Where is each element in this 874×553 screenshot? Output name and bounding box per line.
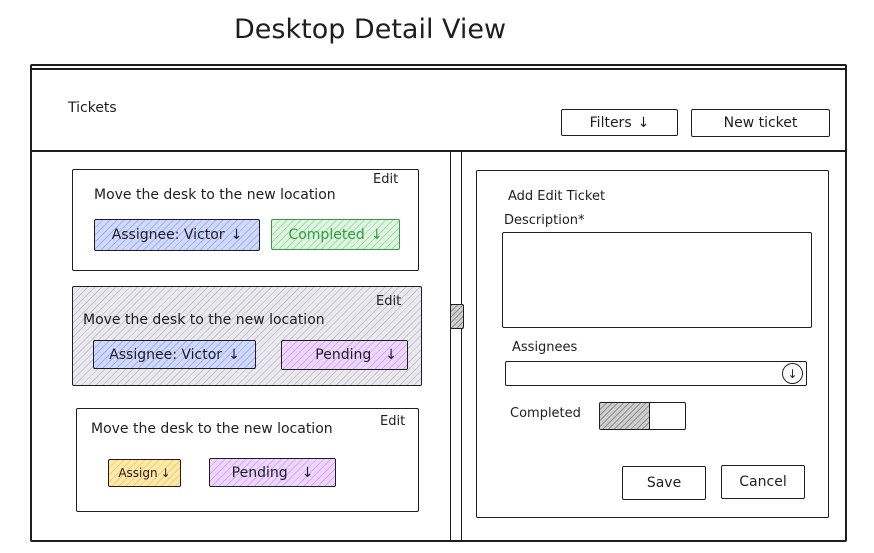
cancel-label: Cancel (739, 474, 787, 490)
new-ticket-label: New ticket (723, 115, 798, 131)
description-textarea[interactable] (502, 232, 812, 328)
arrow-down-icon: ↓ (301, 464, 314, 481)
status-label: Pending (315, 347, 372, 363)
arrow-down-icon: ↓ (228, 346, 240, 363)
ticket-description: Move the desk to the new location (94, 187, 336, 203)
assignee-label: Assignee: Victor (109, 346, 223, 363)
ticket-form-panel: Add Edit Ticket Description* Assignees ↓… (476, 170, 829, 518)
arrow-down-icon: ↓ (637, 114, 650, 131)
ticket-card[interactable]: Move the desk to the new location Edit A… (76, 408, 419, 512)
edit-link[interactable]: Edit (376, 294, 401, 309)
completed-label: Completed (510, 406, 581, 421)
assign-label: Assign (118, 466, 158, 480)
assignee-dropdown[interactable]: Assignee: Victor ↓ (94, 219, 260, 251)
completed-toggle[interactable] (599, 402, 686, 430)
status-label: Completed (288, 226, 365, 243)
status-dropdown[interactable]: Completed ↓ (271, 219, 400, 250)
edit-link[interactable]: Edit (380, 414, 405, 429)
ticket-description: Move the desk to the new location (91, 421, 333, 437)
arrow-down-icon: ↓ (230, 227, 243, 243)
circle-arrow-down-icon[interactable]: ↓ (782, 363, 803, 384)
save-button[interactable]: Save (622, 466, 706, 500)
save-label: Save (646, 475, 682, 491)
assignee-label: Assignee: Victor (111, 227, 225, 243)
filters-label: Filters (589, 114, 632, 131)
filters-button[interactable]: Filters ↓ (561, 109, 678, 136)
toggle-knob (600, 403, 650, 429)
arrow-down-icon: ↓ (370, 226, 383, 243)
edit-link[interactable]: Edit (373, 172, 398, 187)
status-label: Pending (231, 464, 288, 481)
assignees-label: Assignees (512, 340, 578, 355)
cancel-button[interactable]: Cancel (721, 465, 805, 499)
panel-splitter[interactable] (450, 150, 462, 542)
new-ticket-button[interactable]: New ticket (691, 109, 830, 137)
header-title: Tickets (68, 100, 117, 116)
page-title: Desktop Detail View (234, 14, 507, 45)
ticket-description: Move the desk to the new location (83, 312, 325, 328)
description-label: Description* (504, 213, 585, 228)
assignee-dropdown[interactable]: Assignee: Victor ↓ (93, 340, 256, 369)
form-title: Add Edit Ticket (508, 189, 606, 204)
arrow-down-icon: ↓ (385, 347, 397, 363)
ticket-card-selected[interactable]: Move the desk to the new location Edit A… (72, 286, 422, 386)
splitter-handle[interactable] (450, 304, 464, 329)
ticket-card[interactable]: Move the desk to the new location Edit A… (72, 169, 419, 271)
arrow-down-icon: ↓ (160, 466, 171, 480)
status-dropdown[interactable]: Pending ↓ (209, 458, 336, 487)
status-dropdown[interactable]: Pending ↓ (281, 340, 408, 370)
assign-dropdown[interactable]: Assign ↓ (108, 459, 181, 487)
assignees-select[interactable]: ↓ (505, 361, 807, 386)
